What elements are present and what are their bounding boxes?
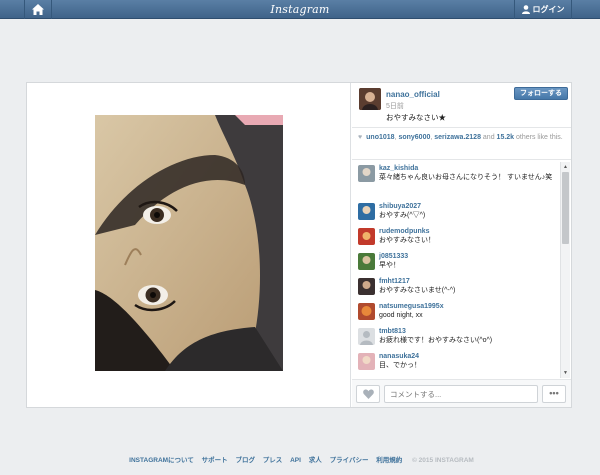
commenter-username[interactable]: natsumegusa1995x (379, 300, 560, 311)
divider (352, 127, 571, 128)
like-button[interactable] (356, 385, 380, 403)
footer: INSTAGRAMについて サポート ブログ プレス API 求人 プライバシー… (0, 454, 600, 464)
scrollbar-thumb[interactable] (562, 172, 569, 244)
poster-avatar[interactable] (359, 88, 381, 110)
comment-item: fmht1217 おやすみなさいませ(^-^) (352, 275, 560, 300)
footer-link-support[interactable]: サポート (202, 457, 228, 464)
comment-text: 早や！ (379, 262, 400, 269)
heart-icon: ♥ (358, 134, 363, 141)
liker-link[interactable]: serizawa.2128 (434, 134, 481, 141)
liker-link[interactable]: uno1018 (366, 134, 394, 141)
comment-text: 目、でかっ！ (379, 362, 421, 369)
scroll-up-arrow-icon[interactable]: ▲ (563, 164, 568, 170)
post-details-panel: nanao_official 5日前 フォローする おやすみなさい★ ♥ uno1… (352, 83, 571, 407)
comment-bar: ••• (352, 379, 571, 407)
instagram-logo[interactable]: Instagram (0, 1, 600, 18)
comments-scrollbar[interactable]: ▲ ▼ (560, 162, 570, 378)
poster-avatar-image (359, 88, 381, 110)
copyright: © 2015 INSTAGRAM (412, 457, 474, 464)
comment-item: shibuya2027 おやすみ(^▽^) (352, 200, 560, 225)
comment-item: rudemodpunks おやすみなさい！ (352, 225, 560, 250)
follow-button[interactable]: フォローする (514, 87, 568, 100)
commenter-username[interactable]: fmht1217 (379, 275, 560, 286)
commenter-avatar[interactable] (358, 228, 375, 245)
footer-link-blog[interactable]: ブログ (235, 457, 255, 464)
comment-text: 菜々緒ちゃん良いお母さんになりそう！ すいません♪笑 (379, 174, 553, 181)
likes-suffix: others like this. (516, 134, 563, 141)
likes-summary: ♥ uno1018, sony6000, serizawa.2128 and 15… (358, 134, 563, 141)
login-button[interactable]: ログイン (514, 0, 572, 19)
comment-text: おやすみなさい！ (379, 237, 435, 244)
comments-list: kaz_kishida 菜々緒ちゃん良いお母さんになりそう！ すいません♪笑 s… (352, 162, 560, 378)
photo-area (27, 83, 351, 407)
commenter-avatar[interactable] (358, 303, 375, 320)
comment-text: お疲れ様です！おやすみなさい(^o^) (379, 337, 493, 344)
post-caption: おやすみなさい★ (386, 112, 446, 123)
login-label: ログイン (532, 5, 565, 14)
footer-link-press[interactable]: プレス (263, 457, 283, 464)
comment-item: nanasuka24 目、でかっ！ (352, 350, 560, 375)
commenter-avatar[interactable] (358, 203, 375, 220)
star-icon: ★ (438, 113, 447, 122)
comment-item: j0851333 早や！ (352, 250, 560, 275)
commenter-username[interactable]: shibuya2027 (379, 200, 560, 211)
footer-link-privacy[interactable]: プライバシー (330, 457, 369, 464)
poster-username[interactable]: nanao_official (386, 90, 440, 99)
post-card: nanao_official 5日前 フォローする おやすみなさい★ ♥ uno1… (26, 82, 572, 408)
commenter-username[interactable]: kaz_kishida (379, 162, 560, 173)
scroll-down-arrow-icon[interactable]: ▼ (563, 370, 568, 376)
post-timestamp[interactable]: 5日前 (386, 101, 404, 111)
comment-text: おやすみなさいませ(^-^) (379, 287, 456, 294)
footer-link-jobs[interactable]: 求人 (309, 457, 322, 464)
footer-link-about[interactable]: INSTAGRAMについて (129, 457, 194, 464)
divider (352, 159, 571, 160)
photo-image (95, 115, 283, 371)
commenter-avatar[interactable] (358, 253, 375, 270)
top-nav-bar: Instagram ログイン (0, 0, 600, 19)
likes-count[interactable]: 15.2k (497, 134, 515, 141)
comment-text: good night, xx (379, 312, 423, 319)
commenter-avatar[interactable] (358, 353, 375, 370)
footer-link-terms[interactable]: 利用規約 (376, 457, 402, 464)
user-icon (521, 5, 530, 14)
caption-text: おやすみなさい (386, 113, 439, 122)
commenter-username[interactable]: tmbt813 (379, 325, 560, 336)
comment-item: natsumegusa1995x good night, xx (352, 300, 560, 325)
comment-text: おやすみ(^▽^) (379, 212, 426, 219)
commenter-username[interactable]: nanasuka24 (379, 350, 560, 361)
comment-item: tmbt813 お疲れ様です！おやすみなさい(^o^) (352, 325, 560, 350)
footer-link-api[interactable]: API (290, 457, 301, 464)
comment-input[interactable] (384, 385, 538, 403)
more-options-button[interactable]: ••• (542, 385, 566, 403)
comment-item: kaz_kishida 菜々緒ちゃん良いお母さんになりそう！ すいません♪笑 (352, 162, 560, 200)
commenter-avatar[interactable] (358, 165, 375, 182)
liker-link[interactable]: sony6000 (398, 134, 430, 141)
post-photo[interactable] (95, 115, 283, 371)
commenter-avatar[interactable] (358, 328, 375, 345)
commenter-username[interactable]: j0851333 (379, 250, 560, 261)
heart-icon (362, 389, 374, 399)
commenter-avatar[interactable] (358, 278, 375, 295)
commenter-username[interactable]: rudemodpunks (379, 225, 560, 236)
